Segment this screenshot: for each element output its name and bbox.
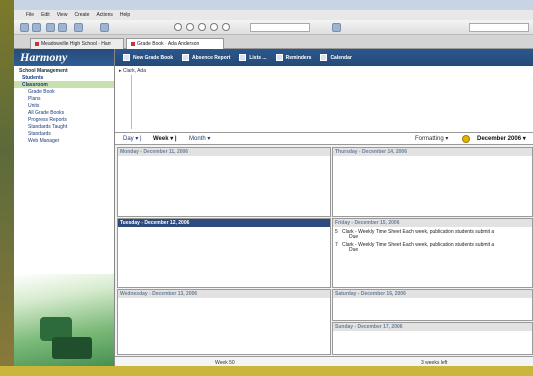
day-cell-tuesday[interactable]: Tuesday - December 12, 2006: [117, 218, 331, 288]
day-header: Monday - December 11, 2006: [118, 148, 330, 156]
chair-illustration: [52, 337, 92, 359]
menu-edit[interactable]: Edit: [41, 12, 50, 18]
view-day-tab[interactable]: Day ▾ |: [123, 135, 142, 142]
menu-help[interactable]: Help: [120, 12, 130, 18]
sidebar-subitem-progress-reports[interactable]: Progress Reports: [14, 116, 114, 123]
calendar-button[interactable]: Calendar: [320, 54, 352, 61]
menu-file[interactable]: File: [26, 12, 34, 18]
day-header: Friday - December 15, 2006: [333, 219, 532, 227]
day-header: Thursday - December 14, 2006: [333, 148, 532, 156]
app-window: File Edit View Create Actions Help Meado…: [14, 0, 533, 372]
book-icon: [123, 54, 130, 61]
favicon-icon: [35, 41, 39, 46]
sidebar-section-title: School Management: [19, 68, 68, 74]
view-month-tab[interactable]: Month ▾: [189, 135, 210, 142]
back-icon[interactable]: [20, 23, 29, 32]
circle-icon-4[interactable]: [210, 23, 218, 31]
sidebar-item-students[interactable]: Students: [14, 74, 114, 81]
address-bar[interactable]: [250, 23, 310, 32]
sidebar-subitem-grade-book[interactable]: Grade Book: [14, 88, 114, 95]
sidebar-subitem-all-grade-books[interactable]: All Grade Books: [14, 109, 114, 116]
absence-report-button[interactable]: Absence Report: [182, 54, 230, 61]
day-header: Wednesday - December 13, 2006: [118, 290, 330, 298]
sidebar-subitem-units[interactable]: Units: [14, 102, 114, 109]
menubar: File Edit View Create Actions Help: [14, 10, 533, 20]
menu-view[interactable]: View: [57, 12, 68, 18]
print-icon[interactable]: [100, 23, 109, 32]
favicon-icon: [131, 41, 135, 46]
sidebar-subitem-standards[interactable]: Standards: [14, 130, 114, 137]
tab-grade-book[interactable]: Grade Book · Ada Anderson: [126, 38, 224, 49]
new-grade-book-button[interactable]: New Grade Book: [123, 54, 173, 61]
calendar-view-bar: Day ▾ | Week ▾ | Month ▾ Formatting ▾ De…: [115, 133, 533, 145]
day-header: Sunday - December 17, 2006: [333, 323, 532, 331]
tab-school[interactable]: Meadowville High School · Harr: [30, 38, 124, 49]
circle-icon-2[interactable]: [186, 23, 194, 31]
day-cell-monday[interactable]: Monday - December 11, 2006: [117, 147, 331, 217]
event-status: Due: [349, 247, 359, 253]
day-header: Saturday - December 16, 2006: [333, 290, 532, 298]
today-icon[interactable]: [462, 135, 470, 143]
student-pane: ▸ Clark, Ada: [115, 66, 533, 133]
day-header: Tuesday - December 12, 2006: [118, 219, 330, 227]
title-strip: [14, 0, 533, 10]
list-icon: [239, 54, 247, 61]
lists-button[interactable]: Lists ...: [239, 54, 267, 61]
student-tree-item[interactable]: ▸ Clark, Ada: [119, 68, 146, 74]
photo-frame-bottom: [0, 366, 533, 376]
day-cell-sunday[interactable]: Sunday - December 17, 2006: [332, 322, 533, 355]
event-status: Due: [349, 234, 359, 240]
day-cell-thursday[interactable]: Thursday - December 14, 2006: [332, 147, 533, 217]
month-selector[interactable]: December 2006 ▾: [477, 135, 526, 142]
circle-icon-5[interactable]: [222, 23, 230, 31]
forward-icon[interactable]: [32, 23, 41, 32]
day-cell-friday[interactable]: Friday - December 15, 2006 5 Clark - Week…: [332, 218, 533, 288]
browser-tabs: Meadowville High School · Harr Grade Boo…: [14, 35, 533, 49]
refresh-icon[interactable]: [46, 23, 55, 32]
app-toolbar: New Grade Book Absence Report Lists ... …: [115, 49, 533, 66]
day-cell-saturday[interactable]: Saturday - December 16, 2006: [332, 289, 533, 321]
sidebar-subitem-plans[interactable]: Plans: [14, 95, 114, 102]
circle-icon-1[interactable]: [174, 23, 182, 31]
brand-logo: Harmony: [14, 49, 114, 66]
reminders-button[interactable]: Reminders: [275, 54, 311, 61]
browser-toolbar: [14, 20, 533, 35]
sidebar-item-classroom[interactable]: Classroom: [14, 81, 114, 88]
circle-icon-3[interactable]: [198, 23, 206, 31]
home-icon[interactable]: [58, 23, 67, 32]
bookmark-icon[interactable]: [332, 23, 341, 32]
view-week-tab[interactable]: Week ▾ |: [153, 135, 177, 142]
student-detail-area: [131, 75, 529, 129]
reminder-icon: [275, 54, 283, 61]
search-box[interactable]: [469, 23, 529, 32]
menu-actions[interactable]: Actions: [96, 12, 112, 18]
day-cell-wednesday[interactable]: Wednesday - December 13, 2006: [117, 289, 331, 355]
sidebar: Harmony School Management Students Class…: [14, 49, 115, 372]
formatting-dropdown[interactable]: Formatting ▾: [415, 135, 448, 142]
report-icon: [182, 54, 190, 61]
sidebar-subitem-web-manager[interactable]: Web Manager: [14, 137, 114, 144]
sidebar-subitem-standards-taught[interactable]: Standards Taught: [14, 123, 114, 130]
calendar-icon: [320, 54, 328, 61]
menu-create[interactable]: Create: [74, 12, 89, 18]
mail-icon[interactable]: [74, 23, 83, 32]
